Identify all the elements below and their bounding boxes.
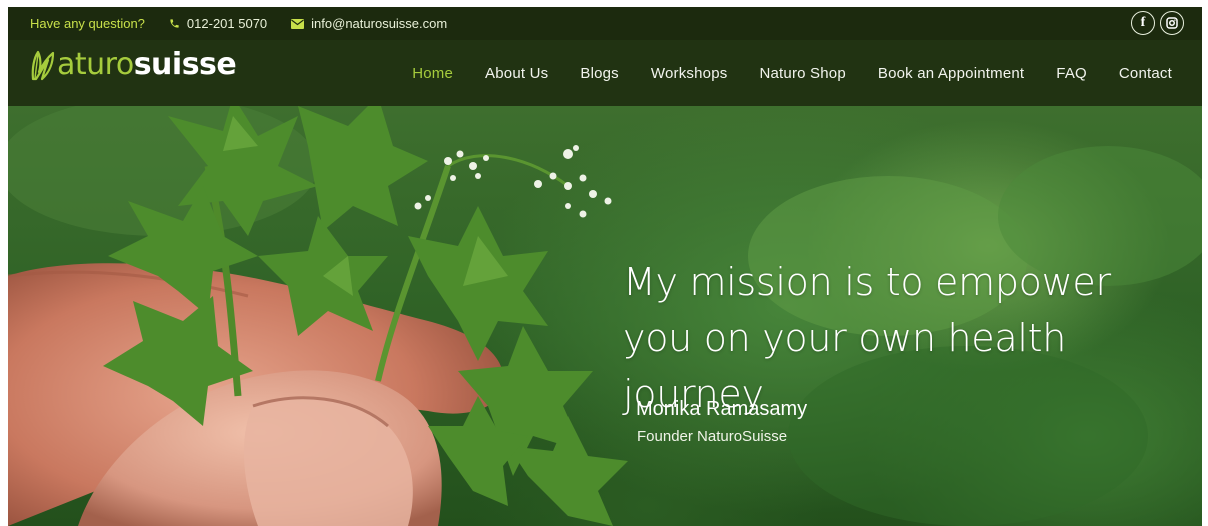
phone-contact[interactable]: 012-201 5070 xyxy=(169,16,267,31)
top-contact-bar: Have any question? 012-201 5070 info@nat… xyxy=(8,7,1202,40)
main-navbar: aturo suisse Home About Us Blogs Workshop… xyxy=(8,40,1202,106)
quote-line-1: My mission is to empower xyxy=(623,260,1111,304)
nav-faq[interactable]: FAQ xyxy=(1056,65,1087,82)
social-links: f xyxy=(1131,11,1184,35)
envelope-icon xyxy=(291,18,305,29)
logo-text-part2: suisse xyxy=(133,47,237,82)
facebook-icon[interactable]: f xyxy=(1131,11,1155,35)
leaf-n-logo-icon xyxy=(31,50,55,81)
nav-blogs[interactable]: Blogs xyxy=(580,65,619,82)
primary-nav: Home About Us Blogs Workshops Naturo Sho… xyxy=(380,40,1172,106)
phone-number: 012-201 5070 xyxy=(186,16,268,31)
nav-workshops[interactable]: Workshops xyxy=(651,65,728,82)
logo-text-part1: aturo xyxy=(57,47,134,82)
nav-about-us[interactable]: About Us xyxy=(485,65,548,82)
page-frame: Have any question? 012-201 5070 info@nat… xyxy=(8,7,1202,526)
nav-contact[interactable]: Contact xyxy=(1119,65,1172,82)
nav-naturo-shop[interactable]: Naturo Shop xyxy=(759,65,845,82)
author-role: Founder NaturoSuisse xyxy=(637,428,788,445)
email-contact[interactable]: info@naturosuisse.com xyxy=(291,16,447,31)
nav-book-appointment[interactable]: Book an Appointment xyxy=(878,65,1024,82)
nav-home[interactable]: Home xyxy=(412,65,453,82)
mission-quote: My mission is to empower you on your own… xyxy=(623,254,1183,422)
quote-author: Monika Ramasamy xyxy=(636,398,808,420)
email-address: info@naturosuisse.com xyxy=(311,16,448,31)
question-text: Have any question? xyxy=(30,16,145,31)
instagram-icon[interactable] xyxy=(1160,11,1184,35)
site-logo[interactable]: aturo suisse xyxy=(30,47,237,82)
phone-icon xyxy=(170,19,179,28)
hero-banner: My mission is to empower you on your own… xyxy=(8,106,1202,526)
